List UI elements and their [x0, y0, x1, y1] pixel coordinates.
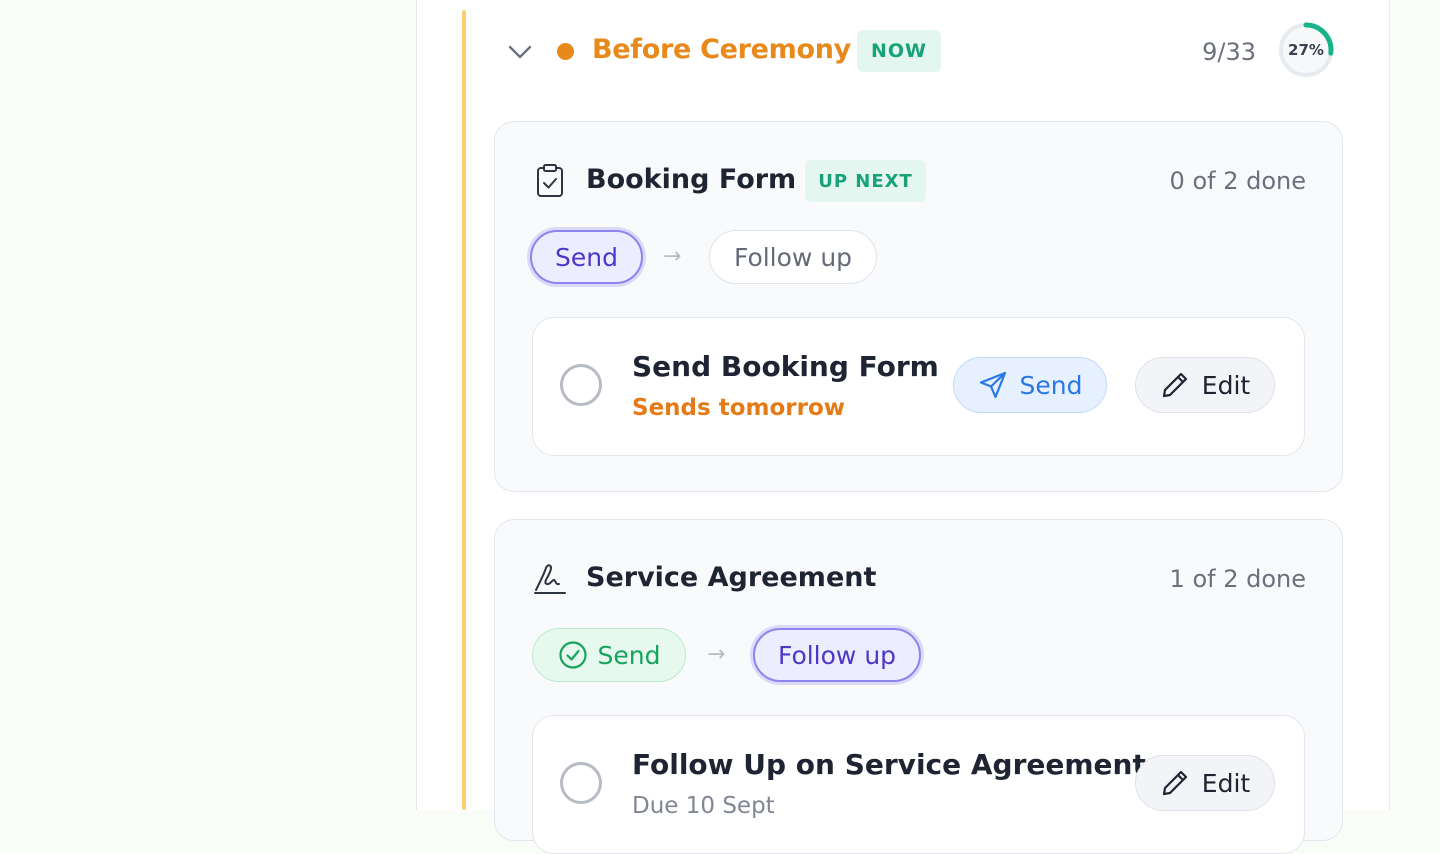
- task-due-date: Due 10 Sept: [632, 793, 775, 819]
- chevron-down-icon[interactable]: [506, 38, 534, 66]
- edit-button-label: Edit: [1201, 370, 1251, 400]
- progress-percent: 27%: [1288, 41, 1324, 59]
- booking-form-card: Booking Form UP NEXT 0 of 2 done Send → …: [494, 121, 1343, 492]
- step-arrow-icon: →: [707, 642, 726, 667]
- step-follow-up[interactable]: Follow up: [753, 628, 921, 682]
- section-progress-count: 1 of 2 done: [1169, 565, 1306, 593]
- step-send[interactable]: Send: [532, 628, 686, 682]
- phase-title[interactable]: Before Ceremony: [592, 34, 851, 65]
- section-title: Booking Form: [586, 164, 797, 195]
- task-row: Follow Up on Service Agreement Due 10 Se…: [532, 715, 1305, 854]
- step-label: Follow up: [733, 242, 853, 272]
- task-complete-checkbox[interactable]: [560, 364, 602, 406]
- now-badge: NOW: [857, 30, 941, 72]
- phase-status-dot: [557, 43, 574, 60]
- section-title: Service Agreement: [586, 562, 877, 593]
- step-label: Send: [597, 640, 661, 670]
- check-circle-icon: [558, 641, 587, 669]
- edit-button[interactable]: Edit: [1135, 755, 1275, 811]
- timeline-line: [462, 10, 466, 810]
- up-next-badge: UP NEXT: [805, 160, 926, 202]
- phase-task-count: 9/33: [1202, 38, 1256, 66]
- service-agreement-card: Service Agreement 1 of 2 done Send → Fol…: [494, 519, 1343, 854]
- section-progress-count: 0 of 2 done: [1169, 167, 1306, 195]
- task-title: Send Booking Form: [632, 350, 939, 383]
- step-label: Follow up: [777, 640, 897, 670]
- step-arrow-icon: →: [663, 244, 682, 269]
- edit-button[interactable]: Edit: [1135, 357, 1275, 413]
- pencil-icon: [1162, 770, 1187, 796]
- edit-button-label: Edit: [1201, 768, 1251, 798]
- pencil-icon: [1162, 372, 1187, 398]
- step-send[interactable]: Send: [530, 230, 643, 284]
- task-title: Follow Up on Service Agreement: [632, 748, 1146, 781]
- send-button[interactable]: Send: [953, 357, 1107, 413]
- send-button-label: Send: [1019, 370, 1083, 400]
- clipboard-check-icon: [537, 164, 563, 197]
- phase-header: Before Ceremony NOW 9/33 27%: [506, 22, 1336, 78]
- task-complete-checkbox[interactable]: [560, 762, 602, 804]
- task-row: Send Booking Form Sends tomorrow Send Ed…: [532, 317, 1305, 456]
- step-label: Send: [555, 242, 618, 272]
- signature-icon: [534, 564, 566, 594]
- send-icon: [979, 371, 1006, 399]
- step-follow-up[interactable]: Follow up: [709, 230, 877, 284]
- task-schedule: Sends tomorrow: [632, 395, 845, 421]
